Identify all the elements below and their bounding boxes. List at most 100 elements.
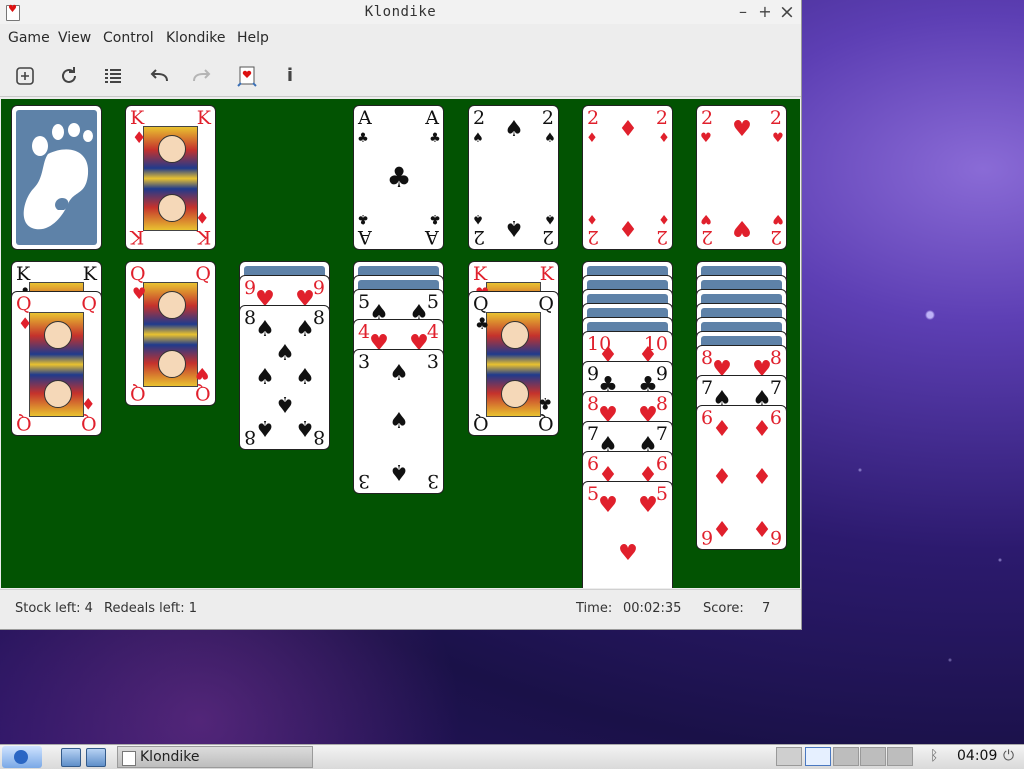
tableau-card[interactable]: 6666♦♦♦♦♦♦ <box>696 405 787 550</box>
power-icon[interactable]: ⏻ <box>1003 748 1014 764</box>
taskbar-klondike-button[interactable]: Klondike <box>117 746 313 768</box>
menu-control[interactable]: Control <box>103 30 154 46</box>
spade-icon: ♠ <box>295 415 315 440</box>
spade-icon: ♠ <box>295 365 315 390</box>
bluetooth-icon[interactable]: ᛒ <box>930 748 938 764</box>
tableau-card[interactable]: 3 3 3 3 ♠ ♠ ♠ <box>353 349 444 494</box>
heart-icon: ♥ <box>132 284 147 303</box>
workspace-2[interactable] <box>833 747 859 766</box>
spade-icon: ♠ <box>275 391 295 416</box>
club-icon: ♣ <box>386 161 412 194</box>
spade-icon: ♠ <box>255 317 275 342</box>
card-rank: 2 <box>701 226 714 248</box>
minimize-button[interactable]: – <box>733 2 753 22</box>
card-rank: K <box>539 263 554 285</box>
desktop-icon[interactable] <box>86 748 106 767</box>
club-icon: ♣ <box>357 131 369 146</box>
club-icon: ♣ <box>475 314 490 333</box>
foundation-4[interactable]: 2 2 2 2 ♥ ♥ ♥ ♥ ♥ ♥ <box>696 105 787 250</box>
clock: 04:09 <box>957 748 998 764</box>
spade-icon: ♠ <box>295 317 315 342</box>
diamond-icon: ♦ <box>712 515 732 540</box>
diamond-icon: ♦ <box>752 465 772 490</box>
card-rank: A <box>425 226 439 248</box>
score-value: 7 <box>762 601 771 616</box>
start-menu-button[interactable] <box>2 746 42 768</box>
hint-icon[interactable] <box>235 64 259 88</box>
waste-pile[interactable]: K K K K ♦ ♦ <box>125 105 216 250</box>
game-board[interactable]: K K K K ♦ ♦ A A A A ♣ ♣ ♣ ♣ ♣ 2 2 2 2 ♠ … <box>1 99 800 588</box>
diamond-icon: ♦ <box>712 465 732 490</box>
stock-pile[interactable] <box>11 105 102 250</box>
tableau-card[interactable]: 8 8 8 8 ♠ ♠ ♠ ♠ ♠ ♠ ♠ ♠ <box>239 305 330 450</box>
show-desktop-button[interactable] <box>776 747 802 766</box>
spade-icon: ♠ <box>255 415 275 440</box>
menu-help[interactable]: Help <box>237 30 269 46</box>
select-game-icon[interactable] <box>101 64 125 88</box>
spade-icon: ♠ <box>389 361 409 386</box>
heart-icon: ♥ <box>772 211 784 226</box>
spade-icon: ♠ <box>255 365 275 390</box>
card-rank: 2 <box>473 107 486 129</box>
king-face-art <box>143 126 198 231</box>
redo-icon[interactable] <box>190 64 214 88</box>
card-rank: 3 <box>358 351 371 373</box>
gnome-foot-icon <box>23 123 93 230</box>
heart-icon: ♥ <box>194 364 209 383</box>
card-rank: K <box>196 107 211 129</box>
heart-icon: ♥ <box>732 215 752 240</box>
foundation-3[interactable]: 2 2 2 2 ♦ ♦ ♦ ♦ ♦ ♦ <box>582 105 673 250</box>
info-icon[interactable]: i <box>278 64 302 88</box>
foundation-1[interactable]: A A A A ♣ ♣ ♣ ♣ ♣ <box>353 105 444 250</box>
score-label: Score: <box>703 601 744 616</box>
diamond-icon: ♦ <box>658 211 670 226</box>
workspace-3[interactable] <box>860 747 886 766</box>
menu-bar: Game View Control Klondike Help <box>0 26 801 52</box>
heart-icon: ♥ <box>638 493 658 518</box>
spade-icon: ♠ <box>472 131 484 146</box>
workspace-1[interactable] <box>805 747 831 766</box>
undo-icon[interactable] <box>147 64 171 88</box>
spade-icon: ♠ <box>544 211 556 226</box>
menu-klondike[interactable]: Klondike <box>166 30 226 46</box>
card-rank: A <box>425 107 439 129</box>
card-rank: A <box>358 226 372 248</box>
stock-left-label: Stock left: 4 <box>15 601 93 616</box>
club-icon: ♣ <box>537 394 552 413</box>
diamond-icon: ♦ <box>586 211 598 226</box>
file-manager-icon[interactable] <box>61 748 81 767</box>
title-bar[interactable]: Klondike – + × <box>0 0 801 24</box>
tableau-card[interactable]: Q Q Q Q ♦ ♦ <box>11 291 102 436</box>
spade-icon: ♠ <box>389 459 409 484</box>
menu-game[interactable]: Game <box>8 30 50 46</box>
club-icon: ♣ <box>357 211 369 226</box>
spade-icon: ♠ <box>275 341 295 366</box>
workspace-4[interactable] <box>887 747 913 766</box>
diamond-icon: ♦ <box>618 117 638 142</box>
diamond-icon: ♦ <box>752 417 772 442</box>
maximize-button[interactable]: + <box>755 2 775 22</box>
card-rank: 2 <box>541 107 554 129</box>
card-rank: 3 <box>426 351 439 373</box>
tableau-card[interactable]: Q Q Q Q ♣ ♣ <box>468 291 559 436</box>
restart-icon[interactable] <box>57 64 81 88</box>
taskbar: Klondike ᛒ 04:09 ⏻ <box>0 744 1024 769</box>
diamond-icon: ♦ <box>18 314 33 333</box>
card-rank: 2 <box>587 107 600 129</box>
tableau-card[interactable]: Q Q Q Q ♥ ♥ <box>125 261 216 406</box>
foundation-2[interactable]: 2 2 2 2 ♠ ♠ ♠ ♠ ♠ ♠ <box>468 105 559 250</box>
card-rank: K <box>196 226 211 248</box>
status-bar: Stock left: 4 Redeals left: 1 Time: 00:0… <box>0 589 801 628</box>
new-game-icon[interactable] <box>13 64 37 88</box>
close-button[interactable]: × <box>777 2 797 22</box>
menu-view[interactable]: View <box>58 30 91 46</box>
card-rank: 3 <box>358 470 371 492</box>
time-label: Time: <box>576 601 613 616</box>
tableau-card[interactable]: 5555♥♥♥♥♥ <box>582 481 673 588</box>
window-title: Klondike <box>364 4 437 20</box>
diamond-icon: ♦ <box>586 131 598 146</box>
heart-icon: ♥ <box>598 493 618 518</box>
spade-icon: ♠ <box>504 215 524 240</box>
queen-face-art <box>143 282 198 387</box>
time-value: 00:02:35 <box>623 601 682 616</box>
